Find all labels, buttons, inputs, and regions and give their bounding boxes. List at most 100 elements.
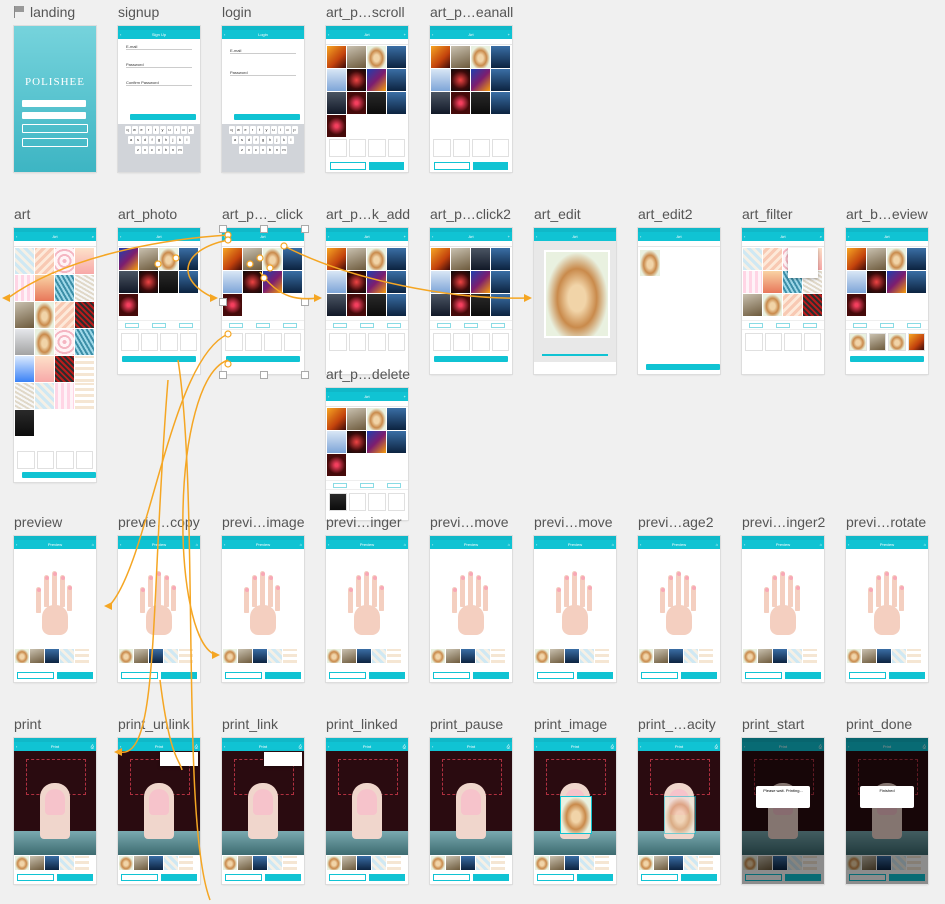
back-icon[interactable]: ‹: [848, 540, 849, 549]
nail[interactable]: [876, 576, 881, 580]
print-button[interactable]: [680, 874, 717, 881]
key[interactable]: j: [274, 136, 280, 144]
finger[interactable]: [348, 587, 353, 613]
google-signin-button[interactable]: [22, 100, 86, 107]
login-button[interactable]: [22, 138, 88, 147]
back-icon[interactable]: ‹: [432, 540, 433, 549]
preview-screen[interactable]: ‹ Preview ⌂: [846, 536, 928, 682]
back-icon[interactable]: ‹: [744, 540, 745, 549]
next-button[interactable]: [576, 672, 613, 679]
finger[interactable]: [476, 575, 481, 607]
next-button[interactable]: [264, 672, 301, 679]
design-thumbnails[interactable]: [15, 856, 89, 870]
finger[interactable]: [268, 575, 273, 607]
finger[interactable]: [60, 575, 65, 607]
key[interactable]: y: [263, 126, 270, 134]
preview-screen[interactable]: ‹ Preview ⌂: [222, 536, 304, 682]
save-button[interactable]: [121, 672, 158, 679]
cancel-button[interactable]: [434, 162, 470, 170]
email-field[interactable]: E-mail: [126, 44, 192, 50]
finger[interactable]: [684, 575, 689, 607]
signup-button[interactable]: [22, 124, 88, 133]
key[interactable]: w: [235, 126, 242, 134]
key[interactable]: p: [291, 126, 298, 134]
confirm-password-field[interactable]: Confirm Password: [126, 80, 192, 86]
back-icon[interactable]: ‹: [224, 30, 225, 39]
nail[interactable]: [372, 576, 377, 580]
nail[interactable]: [556, 588, 561, 592]
finger[interactable]: [892, 575, 897, 607]
nail[interactable]: [60, 576, 65, 580]
nail[interactable]: [67, 586, 72, 590]
back-icon[interactable]: ‹: [536, 540, 537, 549]
nail[interactable]: [460, 576, 465, 580]
key[interactable]: c: [253, 146, 259, 154]
key[interactable]: c: [149, 146, 155, 154]
nail[interactable]: [156, 572, 161, 576]
art-photo-screen[interactable]: ‹ Art: [222, 228, 304, 374]
key[interactable]: q: [228, 126, 235, 134]
email-field[interactable]: E-mail: [230, 48, 296, 54]
finger[interactable]: [379, 585, 384, 611]
next-button[interactable]: [888, 672, 925, 679]
photo-grid[interactable]: [118, 247, 200, 317]
save-button[interactable]: [329, 672, 366, 679]
art-preview-screen[interactable]: ‹ Art: [846, 228, 928, 374]
back-icon[interactable]: ‹: [536, 742, 537, 751]
next-button[interactable]: [122, 356, 196, 362]
print-screen[interactable]: ‹ Print ⎙: [14, 738, 96, 884]
key[interactable]: u: [270, 126, 277, 134]
nail[interactable]: [476, 576, 481, 580]
print-screen[interactable]: ‹ Print ⎙: [326, 738, 408, 884]
art-photo-screen[interactable]: ‹ Art: [118, 228, 200, 374]
nail[interactable]: [892, 576, 897, 580]
next-button[interactable]: [472, 672, 509, 679]
next-button[interactable]: [368, 672, 405, 679]
cancel-button[interactable]: [330, 162, 366, 170]
key[interactable]: r: [145, 126, 152, 134]
finger[interactable]: [580, 575, 585, 607]
print-screen[interactable]: ‹ Print ⎙: [222, 738, 304, 884]
key[interactable]: j: [170, 136, 176, 144]
art-photo-screen[interactable]: ‹ Art +: [430, 228, 512, 374]
finger[interactable]: [795, 585, 800, 611]
key[interactable]: g: [260, 136, 266, 144]
finger[interactable]: [899, 585, 904, 611]
nail[interactable]: [260, 572, 265, 576]
back-icon[interactable]: ‹: [120, 742, 121, 751]
preview-screen[interactable]: ‹ Preview ⌂: [534, 536, 616, 682]
key[interactable]: m: [177, 146, 183, 154]
key[interactable]: f: [149, 136, 155, 144]
key[interactable]: u: [166, 126, 173, 134]
opacity-button[interactable]: [121, 874, 158, 881]
overlay-image[interactable]: [560, 796, 592, 834]
back-icon[interactable]: ‹: [224, 742, 225, 751]
art-photo-screen[interactable]: ‹ Art +: [326, 26, 408, 172]
nail[interactable]: [868, 588, 873, 592]
art-photo-screen[interactable]: ‹ Art +: [326, 228, 408, 374]
nail[interactable]: [899, 586, 904, 590]
key[interactable]: e: [138, 126, 145, 134]
art-grid[interactable]: [14, 247, 96, 437]
back-icon[interactable]: ‹: [328, 540, 329, 549]
password-field[interactable]: Password: [230, 70, 296, 76]
key[interactable]: b: [267, 146, 273, 154]
nail[interactable]: [140, 588, 145, 592]
nail[interactable]: [52, 572, 57, 576]
print-button[interactable]: [368, 874, 405, 881]
nail[interactable]: [252, 576, 257, 580]
nail[interactable]: [379, 586, 384, 590]
submit-button[interactable]: [130, 114, 196, 120]
print-canvas[interactable]: [222, 751, 304, 855]
key[interactable]: e: [242, 126, 249, 134]
save-button[interactable]: [17, 672, 54, 679]
finger[interactable]: [36, 587, 41, 613]
key[interactable]: p: [187, 126, 194, 134]
keyboard[interactable]: qwertyuiop asdfghjkl zxcvbnm: [222, 124, 304, 172]
key[interactable]: o: [284, 126, 291, 134]
design-thumbnails[interactable]: [431, 856, 505, 870]
print-button[interactable]: [472, 874, 509, 881]
back-icon[interactable]: ‹: [224, 540, 225, 549]
finger[interactable]: [691, 585, 696, 611]
nail[interactable]: [684, 576, 689, 580]
